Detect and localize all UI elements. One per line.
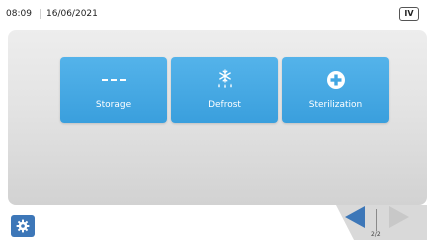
clock-date: 16/06/2021 xyxy=(40,9,98,19)
storage-label: Storage xyxy=(95,100,132,110)
previous-page-button[interactable] xyxy=(344,205,366,229)
settings-button[interactable] xyxy=(11,215,35,237)
mode-badge: IV xyxy=(399,7,419,21)
defrost-icon xyxy=(171,69,278,91)
defrost-button[interactable]: Defrost xyxy=(171,57,278,123)
gear-icon xyxy=(16,219,30,233)
pager-divider xyxy=(376,209,377,231)
status-bar: 08:09 16/06/2021 IV xyxy=(0,0,435,30)
device-screen: 08:09 16/06/2021 IV Storage Defrost Ster… xyxy=(0,0,435,245)
sterilization-label: Sterilization xyxy=(308,100,363,110)
clock-time: 08:09 xyxy=(6,9,32,19)
page-indicator: 2/2 xyxy=(371,231,381,238)
triangle-right-icon xyxy=(389,206,409,228)
sterilization-button[interactable]: Sterilization xyxy=(282,57,389,123)
next-page-button[interactable] xyxy=(388,205,410,229)
plus-circle-icon xyxy=(282,69,389,91)
storage-button[interactable]: Storage xyxy=(60,57,167,123)
dashes-icon xyxy=(60,69,167,91)
triangle-left-icon xyxy=(345,206,365,228)
defrost-label: Defrost xyxy=(208,100,241,110)
content-panel: Storage Defrost Sterilization xyxy=(8,30,427,205)
